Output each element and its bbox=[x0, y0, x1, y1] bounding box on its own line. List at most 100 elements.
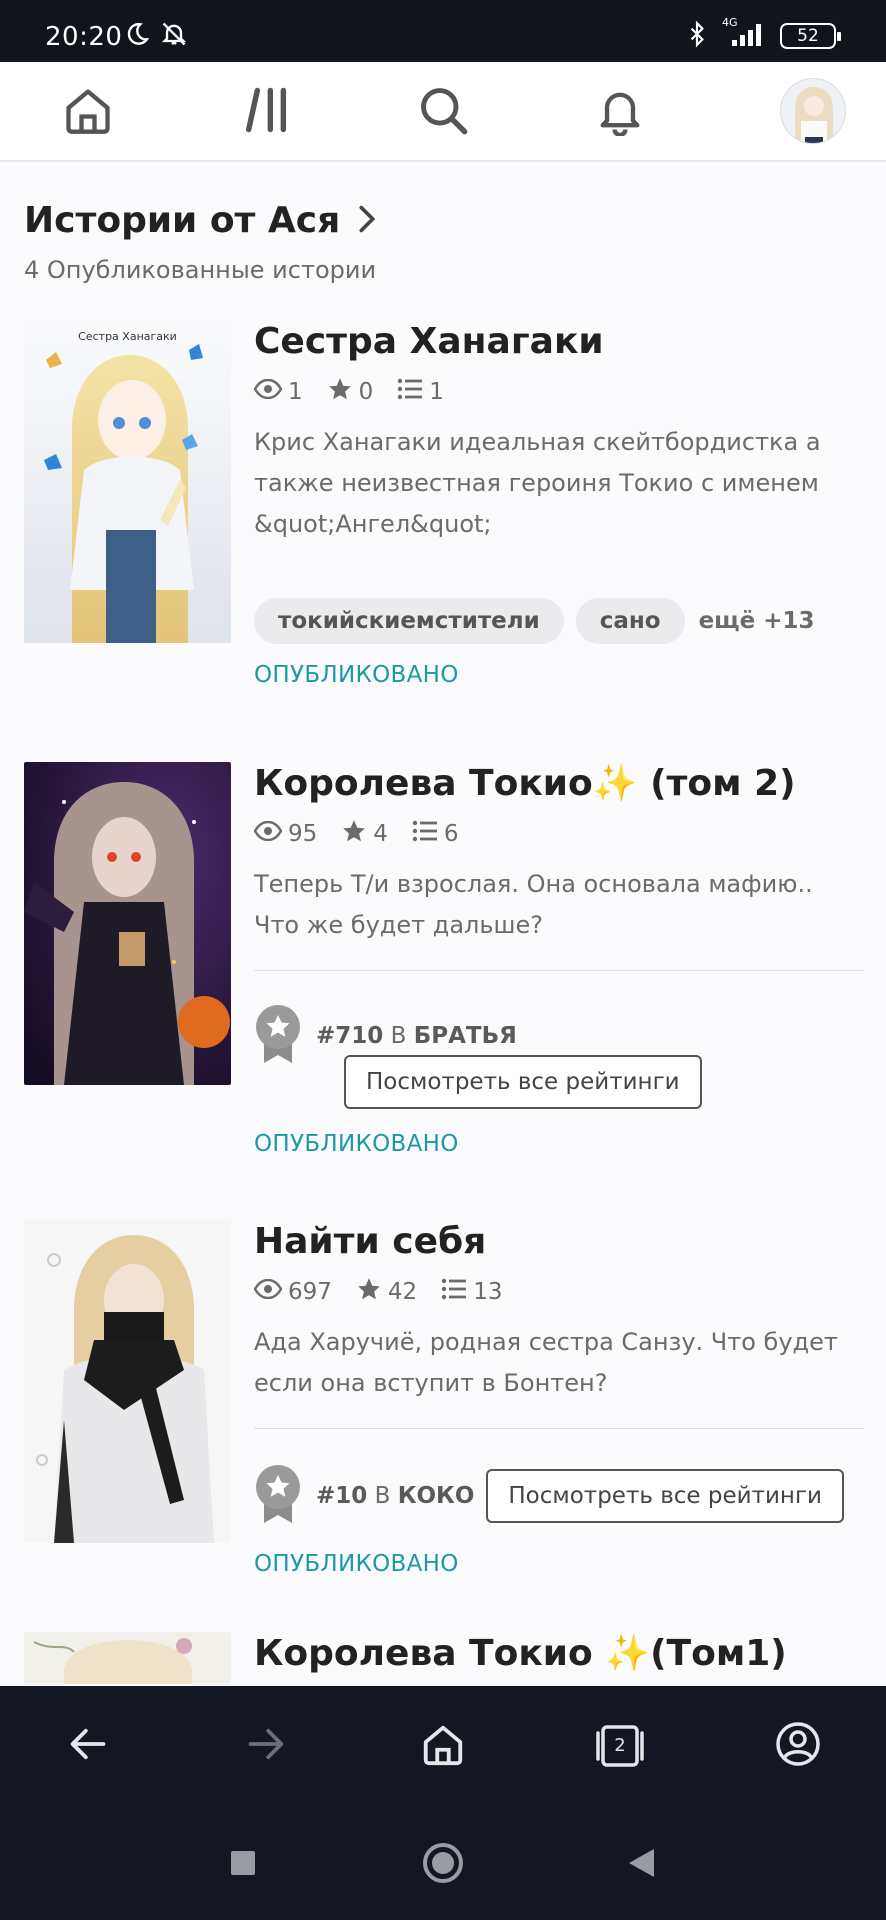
rank-in: В bbox=[374, 1483, 391, 1509]
network-type: 4G bbox=[722, 16, 738, 29]
list-icon bbox=[397, 377, 423, 407]
forward-button[interactable] bbox=[236, 1716, 296, 1776]
tag-list: токийскиемстители сано ещё +13 bbox=[254, 598, 864, 644]
section-subtitle: 4 Опубликованные истории bbox=[24, 256, 377, 284]
eye-icon bbox=[253, 820, 283, 847]
rank-in: В bbox=[390, 1023, 407, 1049]
story-description: Теперь Т/и взрослая. Она основала мафию.… bbox=[254, 870, 813, 939]
reads-count: 1 bbox=[288, 379, 303, 405]
story-cover[interactable] bbox=[24, 762, 231, 1085]
parts-count: 13 bbox=[473, 1279, 503, 1305]
signal-icon: 4G bbox=[722, 16, 768, 52]
votes-count: 0 bbox=[358, 379, 374, 405]
cover-caption: Сестра Ханагаки bbox=[78, 330, 177, 343]
parts-count: 6 bbox=[443, 821, 459, 847]
story-description: Ада Харучиё, родная сестра Санзу. Что бу… bbox=[254, 1328, 838, 1397]
rank-number: #10 bbox=[316, 1483, 368, 1509]
ranking-badge-icon bbox=[254, 1003, 302, 1069]
story-card[interactable]: Королева Токио ✨(Том1) bbox=[24, 1632, 864, 1684]
status-time: 20:20 bbox=[45, 22, 123, 52]
status-label: ОПУБЛИКОВАНО bbox=[254, 662, 459, 688]
eye-icon bbox=[253, 378, 283, 405]
reads-count: 697 bbox=[288, 1279, 332, 1305]
rank-category: БРАТЬЯ bbox=[413, 1023, 517, 1049]
mute-icon bbox=[160, 20, 188, 52]
story-title[interactable]: Найти себя bbox=[254, 1220, 864, 1264]
battery-level: 52 bbox=[797, 26, 819, 46]
home-icon bbox=[420, 1721, 466, 1771]
section-title: Истории от Ася bbox=[24, 200, 341, 241]
view-all-rankings-button[interactable]: Посмотреть все рейтинги bbox=[486, 1469, 844, 1523]
reads-count: 95 bbox=[288, 821, 318, 847]
rank-category: КОКО bbox=[397, 1483, 475, 1509]
bluetooth-icon bbox=[684, 20, 710, 52]
story-stats: 697 42 13 bbox=[253, 1276, 864, 1308]
story-title[interactable]: Сестра Ханагаки bbox=[254, 320, 864, 364]
story-title[interactable]: Королева Токио ✨(Том1) bbox=[254, 1632, 864, 1676]
browser-toolbar: 2 bbox=[0, 1686, 886, 1806]
story-card[interactable]: Найти себя 697 42 13 Ада Харучиё, родная… bbox=[24, 1220, 864, 1620]
votes-count: 42 bbox=[387, 1279, 418, 1305]
list-icon bbox=[441, 1277, 467, 1307]
tag-chip[interactable]: сано bbox=[575, 598, 685, 644]
back-button[interactable] bbox=[58, 1716, 118, 1776]
battery-indicator: 52 bbox=[780, 23, 841, 49]
divider bbox=[254, 970, 864, 971]
system-back-button[interactable] bbox=[616, 1840, 666, 1890]
story-stats: 95 4 6 bbox=[253, 818, 864, 850]
story-title[interactable]: Королева Токио✨ (том 2) bbox=[254, 762, 864, 806]
view-all-rankings-button[interactable]: Посмотреть все рейтинги bbox=[344, 1055, 702, 1109]
section-header[interactable]: Истории от Ася bbox=[24, 200, 380, 241]
library-icon bbox=[240, 84, 292, 140]
bell-icon bbox=[594, 84, 646, 140]
top-navigation bbox=[0, 62, 886, 162]
search-icon bbox=[417, 84, 469, 140]
library-button[interactable] bbox=[236, 82, 296, 142]
tabs-count: 2 bbox=[614, 1735, 626, 1756]
arrow-right-icon bbox=[244, 1722, 288, 1770]
home-button[interactable] bbox=[58, 82, 118, 142]
search-button[interactable] bbox=[413, 82, 473, 142]
system-home-button[interactable] bbox=[418, 1840, 468, 1890]
square-icon bbox=[229, 1849, 257, 1881]
star-icon bbox=[341, 818, 367, 850]
star-icon bbox=[327, 376, 353, 408]
divider bbox=[254, 1428, 864, 1429]
chevron-right-icon bbox=[354, 203, 380, 239]
story-cover[interactable] bbox=[24, 1220, 231, 1543]
ranking-text: #710 В БРАТЬЯ bbox=[316, 1023, 517, 1049]
status-label: ОПУБЛИКОВАНО bbox=[254, 1131, 459, 1157]
moon-icon bbox=[124, 21, 150, 51]
ranking-badge-icon bbox=[254, 1463, 302, 1529]
rank-number: #710 bbox=[316, 1023, 384, 1049]
tabs-icon: 2 bbox=[593, 1723, 647, 1769]
story-cover[interactable]: Сестра Ханагаки bbox=[24, 320, 231, 643]
more-tags-link[interactable]: ещё +13 bbox=[699, 608, 815, 634]
stories-content: Истории от Ася 4 Опубликованные истории bbox=[0, 172, 886, 1684]
votes-count: 4 bbox=[373, 821, 388, 847]
triangle-back-icon bbox=[626, 1847, 656, 1883]
story-card[interactable]: Королева Токио✨ (том 2) 95 4 6 Теперь Т/… bbox=[24, 762, 864, 1162]
parts-count: 1 bbox=[429, 379, 444, 405]
story-description: Крис Ханагаки идеальная скейтбордистка а… bbox=[254, 428, 821, 538]
list-icon bbox=[412, 819, 438, 849]
ranking-text: #10 В КОКО bbox=[316, 1483, 474, 1509]
browser-home-button[interactable] bbox=[413, 1716, 473, 1776]
circle-icon bbox=[421, 1841, 465, 1889]
status-label: ОПУБЛИКОВАНО bbox=[254, 1551, 459, 1577]
system-navigation bbox=[0, 1806, 886, 1920]
story-cover[interactable] bbox=[24, 1632, 231, 1684]
tabs-button[interactable]: 2 bbox=[590, 1716, 650, 1776]
avatar[interactable] bbox=[780, 78, 846, 144]
story-stats: 1 0 1 bbox=[253, 376, 864, 408]
ranking-row: #10 В КОКО Посмотреть все рейтинги bbox=[254, 1463, 864, 1529]
tag-chip[interactable]: токийскиемстители bbox=[254, 598, 564, 644]
star-icon bbox=[356, 1276, 382, 1308]
story-card[interactable]: Сестра Ханагаки Сестра Ханагаки 1 0 1 Кр… bbox=[24, 320, 864, 690]
status-bar: 20:20 4G 52 bbox=[0, 0, 886, 62]
account-icon bbox=[775, 1721, 821, 1771]
recents-button[interactable] bbox=[218, 1840, 268, 1890]
notifications-button[interactable] bbox=[590, 82, 650, 142]
account-button[interactable] bbox=[768, 1716, 828, 1776]
home-icon bbox=[62, 84, 114, 140]
